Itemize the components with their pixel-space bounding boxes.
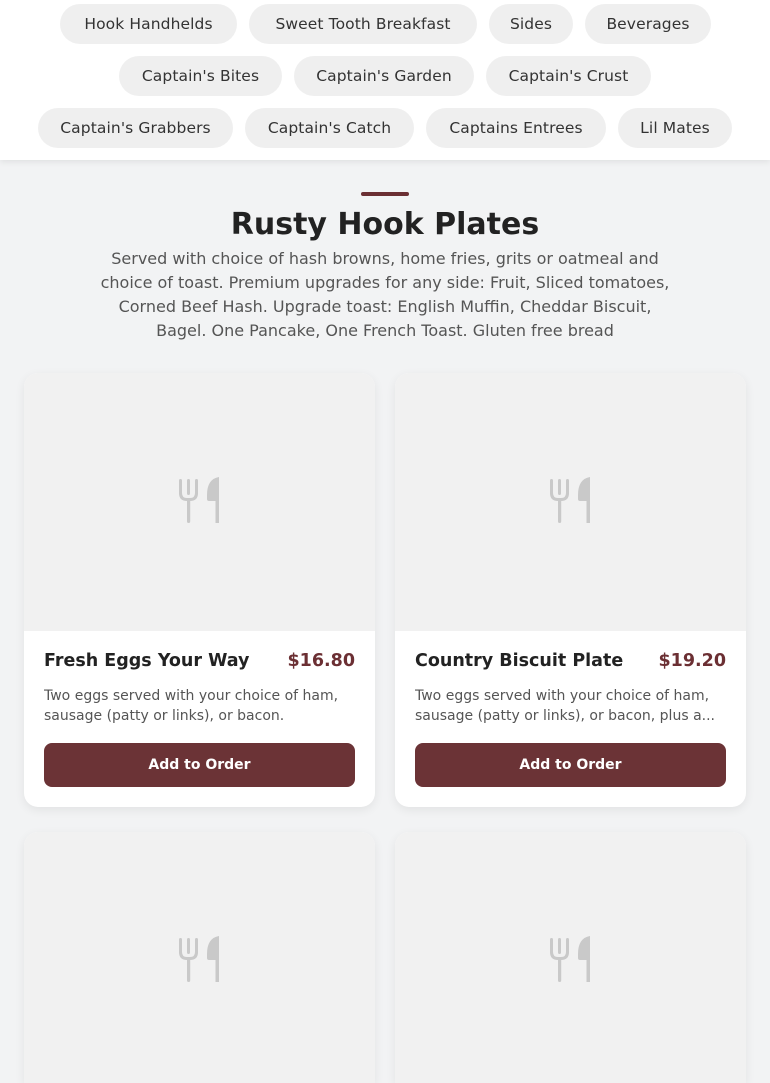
menu-item-image-placeholder <box>24 832 375 1083</box>
category-chip-sweet-tooth-breakfast[interactable]: Sweet Tooth Breakfast <box>249 4 477 44</box>
section-title: Rusty Hook Plates <box>230 207 540 242</box>
menu-item-image-placeholder <box>395 832 746 1083</box>
menu-item-card[interactable] <box>24 832 375 1083</box>
menu-item-card[interactable]: Fresh Eggs Your Way $16.80 Two eggs serv… <box>24 373 375 807</box>
category-chip-captains-entrees[interactable]: Captains Entrees <box>426 108 606 148</box>
category-chip-captains-garden[interactable]: Captain's Garden <box>294 56 474 96</box>
utensils-icon <box>550 477 590 523</box>
menu-item-description: Two eggs served with your choice of ham,… <box>415 688 715 724</box>
category-nav: Hook Handhelds Sweet Tooth Breakfast Sid… <box>0 0 770 160</box>
category-chip-lil-mates[interactable]: Lil Mates <box>618 108 732 148</box>
utensils-icon <box>179 477 219 523</box>
menu-item-description: Two eggs served with your choice of ham,… <box>44 688 339 724</box>
menu-item-name: Country Biscuit Plate <box>415 651 624 671</box>
add-to-order-button[interactable]: Add to Order <box>415 743 726 787</box>
menu-item-card[interactable]: Country Biscuit Plate $19.20 Two eggs se… <box>395 373 746 807</box>
section-accent-bar <box>361 192 409 196</box>
menu-item-card[interactable] <box>395 832 746 1083</box>
menu-item-price: $19.20 <box>658 651 726 671</box>
category-chip-hook-handhelds[interactable]: Hook Handhelds <box>60 4 237 44</box>
category-chip-beverages[interactable]: Beverages <box>585 4 711 44</box>
category-chip-captains-grabbers[interactable]: Captain's Grabbers <box>38 108 233 148</box>
utensils-icon <box>550 936 590 982</box>
category-chip-captains-catch[interactable]: Captain's Catch <box>245 108 414 148</box>
category-chip-sides[interactable]: Sides <box>489 4 573 44</box>
utensils-icon <box>179 936 219 982</box>
category-chip-captains-bites[interactable]: Captain's Bites <box>119 56 282 96</box>
menu-item-price: $16.80 <box>287 651 355 671</box>
menu-item-image-placeholder <box>395 373 746 631</box>
section-description: Served with choice of hash browns, home … <box>100 249 670 340</box>
category-chip-captains-crust[interactable]: Captain's Crust <box>486 56 651 96</box>
menu-item-name: Fresh Eggs Your Way <box>44 651 250 671</box>
menu-item-image-placeholder <box>24 373 375 631</box>
add-to-order-button[interactable]: Add to Order <box>44 743 355 787</box>
